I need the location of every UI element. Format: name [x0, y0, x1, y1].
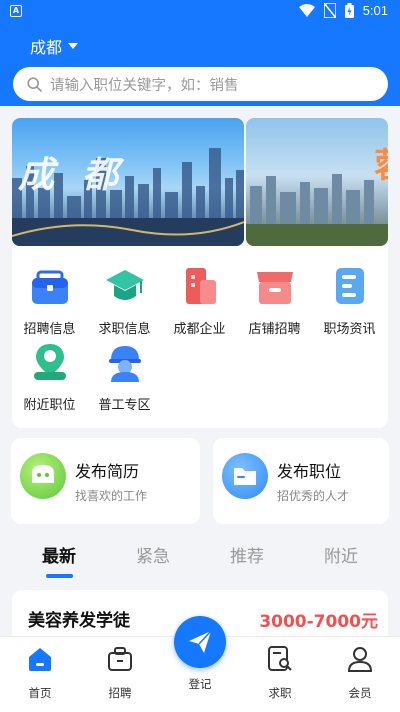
job-tabs: 最新 紧急 推荐 附近 [0, 532, 400, 582]
briefcase-icon [108, 647, 132, 671]
banner-main[interactable]: 成都 [12, 118, 244, 246]
job-salary: 3000-7000元 [259, 612, 378, 632]
nav-member[interactable]: 会员 [330, 645, 390, 701]
menu-item-label: 附近职位 [23, 398, 76, 413]
paper-plane-icon [189, 630, 212, 653]
folder-icon [222, 453, 268, 499]
menu-item-general-workers[interactable]: 普工专区 [87, 342, 162, 413]
register-label: 登记 [188, 677, 212, 691]
banner-carousel[interactable]: 成都 蓉 [12, 118, 388, 246]
resume-icon [20, 453, 66, 499]
banner-side-title: 蓉 [374, 138, 388, 187]
search-document-icon [268, 646, 292, 671]
city-selector[interactable]: 成都 [30, 34, 79, 58]
wifi-icon [298, 4, 315, 17]
no-sim-icon [323, 3, 336, 18]
register-button[interactable] [174, 616, 226, 668]
nav-job-seek[interactable]: 求职 [250, 645, 310, 701]
tab-nearby[interactable]: 附近 [324, 542, 358, 567]
nav-home[interactable]: 首页 [10, 645, 70, 701]
banner-main-title: 成都 [18, 155, 147, 196]
menu-item-career-news[interactable]: 职场资讯 [312, 266, 387, 337]
clock: 5:01 [362, 3, 388, 18]
search-bar[interactable]: 请输入职位关键字，如：销售 [13, 67, 388, 101]
menu-item-companies[interactable]: 成都企业 [162, 266, 237, 337]
menu-item-label: 成都企业 [173, 322, 226, 337]
menu-item-label: 求职信息 [98, 322, 151, 337]
notification-icon: A [10, 5, 22, 17]
banner-secondary[interactable]: 蓉 [246, 118, 388, 246]
location-person-icon [33, 344, 66, 380]
home-icon [29, 648, 51, 671]
tab-urgent[interactable]: 紧急 [136, 542, 170, 567]
menu-item-shop-hiring[interactable]: 店铺招聘 [237, 266, 312, 337]
menu-item-label: 普工专区 [98, 398, 151, 413]
publish-resume-card[interactable]: 发布简历 找喜欢的工作 [11, 438, 200, 524]
city-aerial-image [246, 174, 388, 246]
publish-job-card[interactable]: 发布职位 招优秀的人才 [213, 438, 389, 524]
menu-item-recruit-info[interactable]: 招聘信息 [12, 266, 87, 337]
nav-label: 求职 [268, 686, 292, 700]
building-icon [185, 268, 216, 304]
worker-helmet-icon [108, 346, 141, 382]
nav-recruit[interactable]: 招聘 [90, 645, 150, 701]
status-bar: A 5:01 [0, 0, 400, 24]
tab-latest[interactable]: 最新 [42, 542, 76, 567]
publish-resume-subtitle: 找喜欢的工作 [75, 489, 148, 503]
publish-job-title: 发布职位 [277, 462, 342, 481]
briefcase-icon [31, 270, 68, 304]
shop-icon [256, 272, 293, 304]
battery-icon [344, 3, 354, 18]
graduation-cap-icon [105, 270, 144, 300]
city-label: 成都 [30, 38, 63, 57]
publish-job-subtitle: 招优秀的人才 [277, 489, 350, 503]
chevron-down-icon [68, 43, 79, 49]
header: A 5:01 成都 请输入职位关键字，如：销售 [0, 0, 400, 106]
active-tab-indicator [46, 574, 73, 578]
menu-item-job-seeking[interactable]: 求职信息 [87, 266, 162, 337]
nav-label: 首页 [28, 686, 52, 700]
user-icon [347, 647, 373, 672]
menu-item-label: 职场资讯 [323, 322, 376, 337]
search-input[interactable]: 请输入职位关键字，如：销售 [50, 74, 239, 95]
menu-item-label: 店铺招聘 [248, 322, 301, 337]
menu-item-nearby-jobs[interactable]: 附近职位 [12, 342, 87, 413]
publish-resume-title: 发布简历 [75, 462, 140, 481]
search-icon [27, 76, 42, 92]
nav-label: 会员 [348, 686, 372, 700]
news-icon [335, 268, 364, 304]
category-menu: 招聘信息 求职信息 成都企业 店铺招聘 职场资讯 附近职位 普工专区 [12, 246, 388, 428]
tab-recommended[interactable]: 推荐 [230, 542, 264, 567]
menu-item-label: 招聘信息 [23, 322, 76, 337]
job-title: 美容养发学徒 [28, 611, 130, 631]
nav-label: 招聘 [108, 686, 132, 700]
